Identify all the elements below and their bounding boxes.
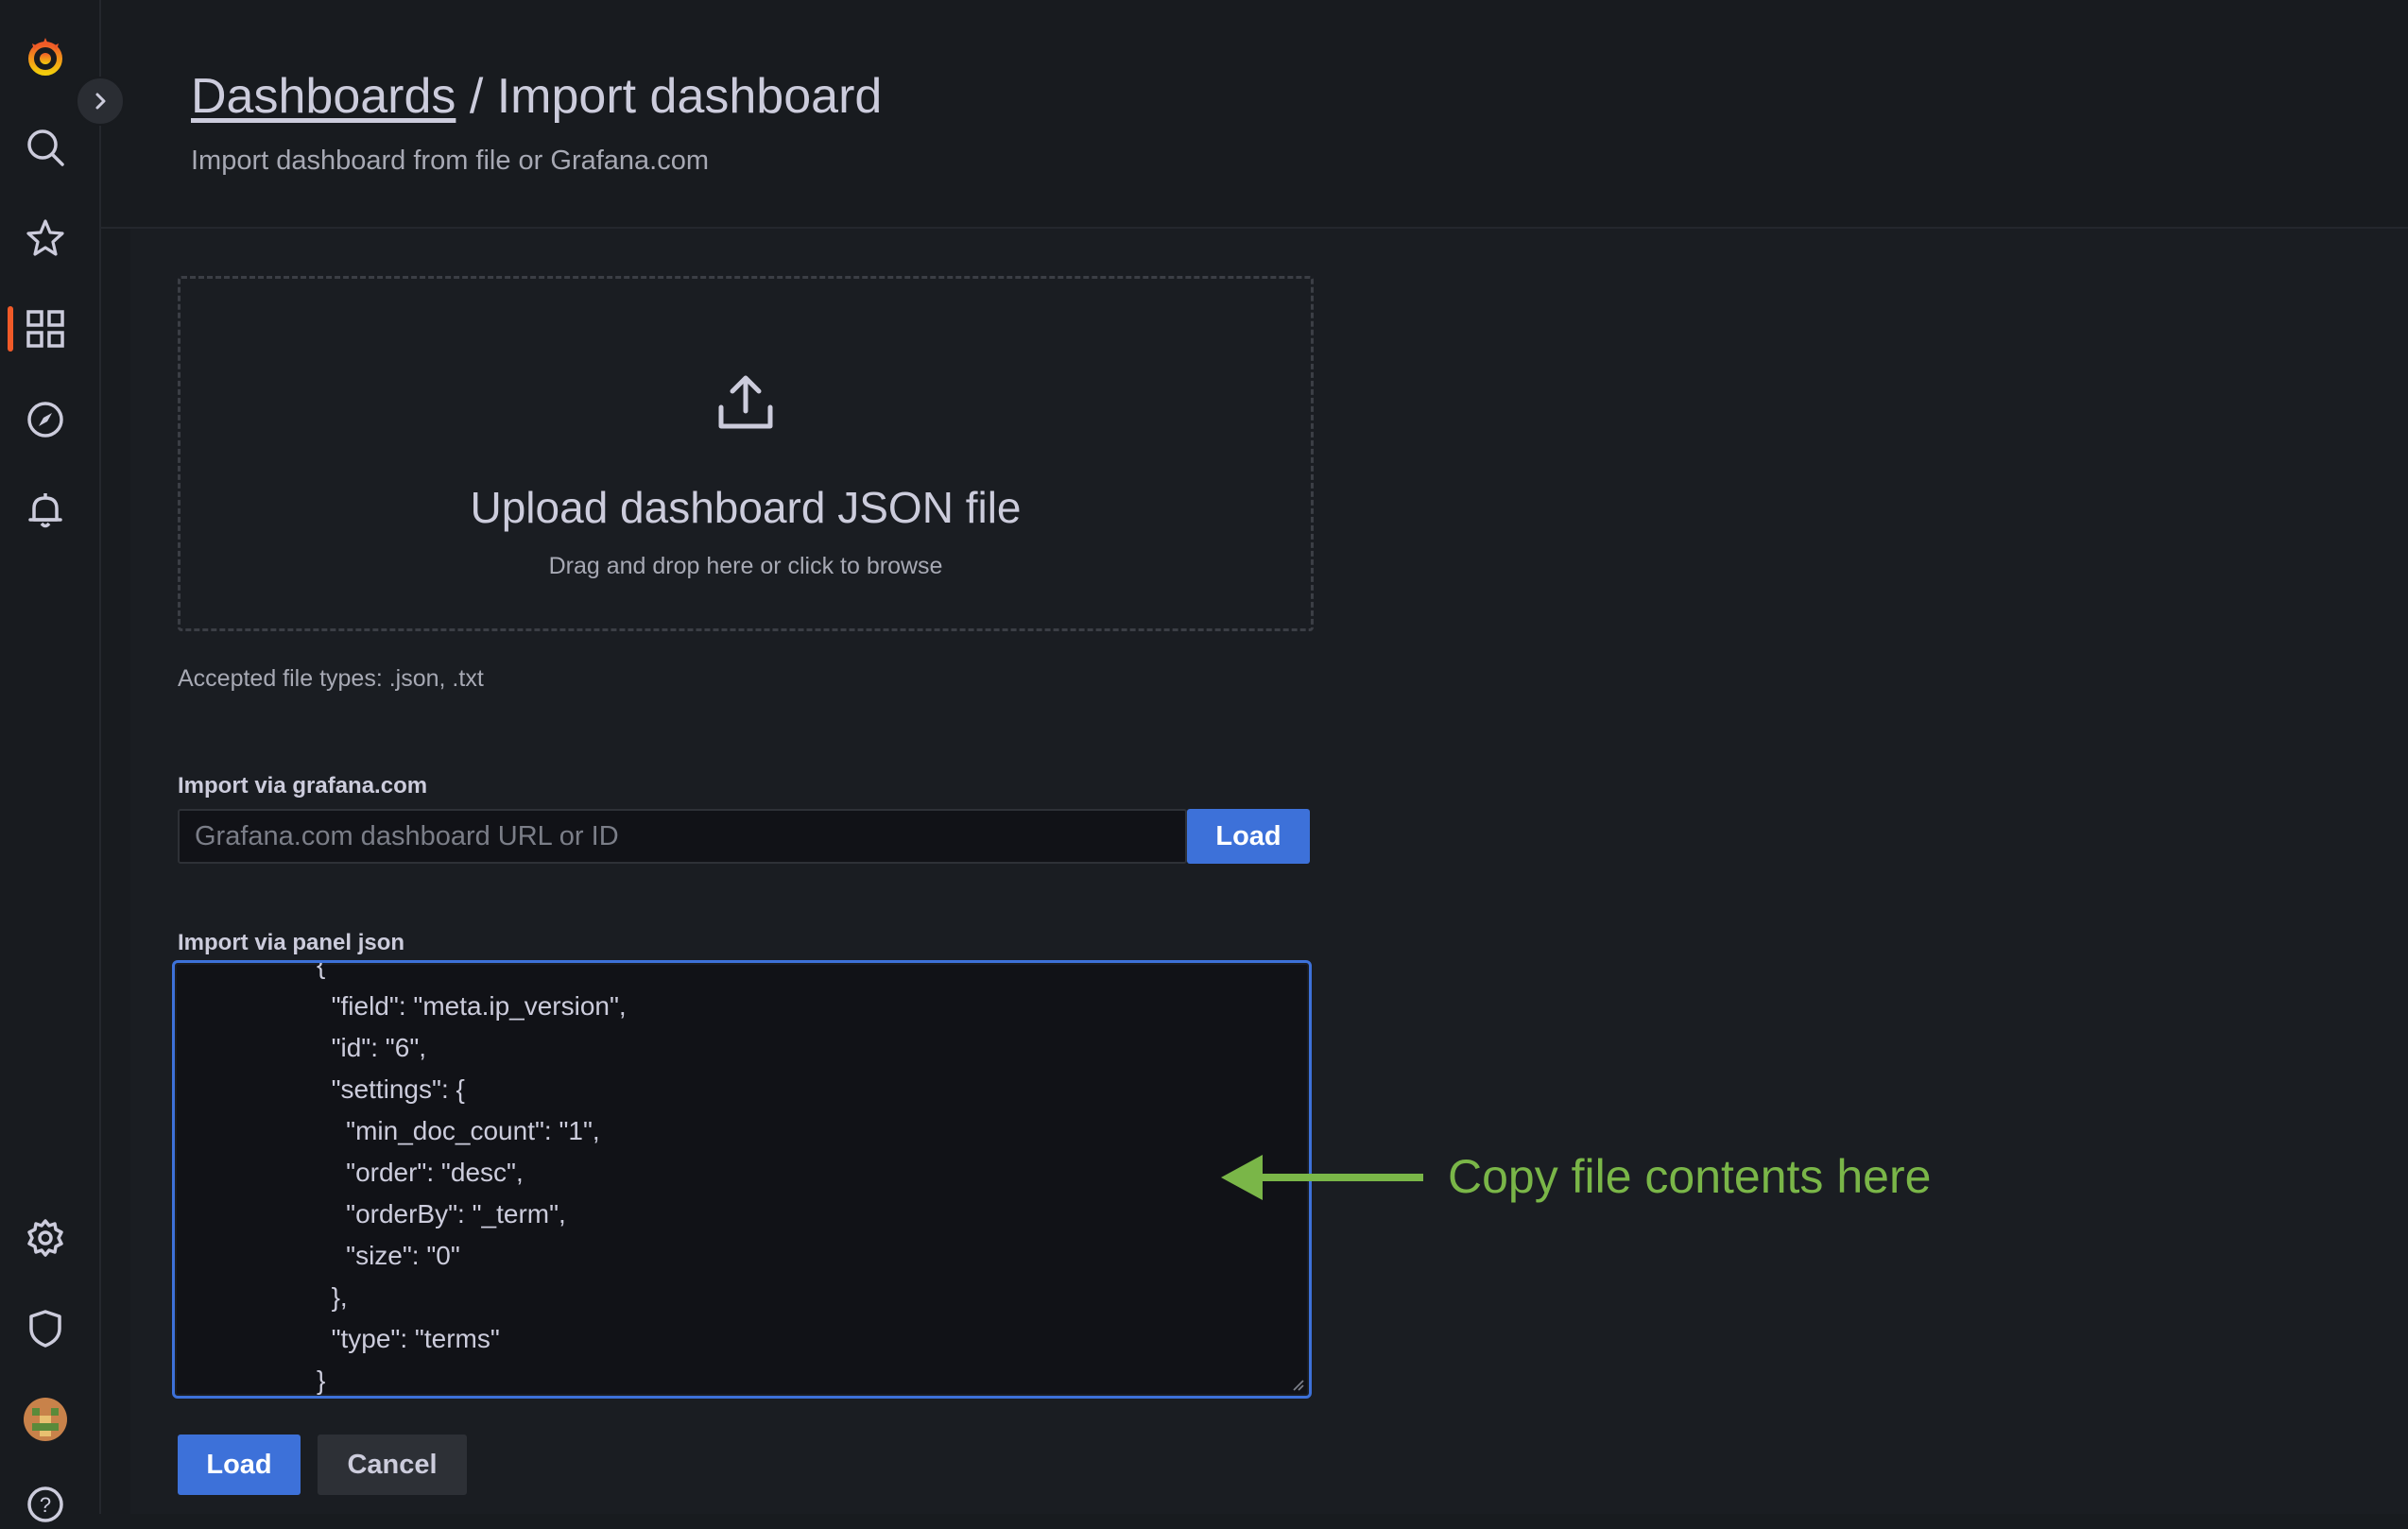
expand-sidebar-button[interactable]	[76, 77, 125, 126]
breadcrumb-separator: /	[456, 69, 497, 124]
grafana-logo-icon[interactable]	[21, 32, 70, 81]
shield-icon[interactable]	[21, 1304, 70, 1353]
page-title-text: Import dashboard	[496, 69, 883, 124]
panel-json-label: Import via panel json	[178, 930, 405, 955]
load-button[interactable]: Load	[178, 1435, 301, 1495]
accepted-file-types: Accepted file types: .json, .txt	[178, 665, 484, 692]
help-icon[interactable]: ?	[21, 1480, 70, 1529]
bell-icon[interactable]	[21, 486, 70, 535]
sidebar: ?	[0, 0, 101, 1522]
svg-text:?: ?	[40, 1493, 51, 1517]
avatar[interactable]	[21, 1395, 70, 1444]
upload-dropzone[interactable]: Upload dashboard JSON file Drag and drop…	[178, 276, 1314, 631]
gear-icon[interactable]	[21, 1213, 70, 1263]
page-subtitle: Import dashboard from file or Grafana.co…	[191, 146, 710, 176]
page-title: Dashboards / Import dashboard	[191, 68, 882, 125]
active-indicator	[8, 306, 13, 352]
upload-subtitle: Drag and drop here or click to browse	[548, 553, 943, 579]
compass-icon[interactable]	[21, 395, 70, 444]
upload-icon	[718, 375, 773, 429]
page-header: Dashboards / Import dashboard Import das…	[101, 0, 2408, 229]
upload-title: Upload dashboard JSON file	[470, 483, 1022, 532]
import-content: Upload dashboard JSON file Drag and drop…	[130, 229, 2408, 1514]
grafana-com-label: Import via grafana.com	[178, 773, 428, 799]
star-icon[interactable]	[21, 214, 70, 263]
grafana-com-load-button[interactable]: Load	[1187, 809, 1310, 864]
panel-json-content: { "field": "meta.ip_version", "id": "6",…	[317, 960, 627, 1395]
cancel-button[interactable]: Cancel	[318, 1435, 467, 1495]
dashboards-icon[interactable]	[21, 304, 70, 353]
grafana-com-url-input[interactable]	[178, 809, 1187, 864]
chevron-right-icon	[95, 93, 106, 110]
breadcrumb-dashboards-link[interactable]: Dashboards	[191, 69, 456, 124]
resize-handle-icon[interactable]	[1290, 1377, 1305, 1392]
annotation-label: Copy file contents here	[1448, 1150, 1932, 1203]
arrow-left-icon	[1221, 1155, 1423, 1200]
panel-json-textarea[interactable]: { "field": "meta.ip_version", "id": "6",…	[172, 960, 1312, 1399]
search-icon[interactable]	[21, 123, 70, 172]
